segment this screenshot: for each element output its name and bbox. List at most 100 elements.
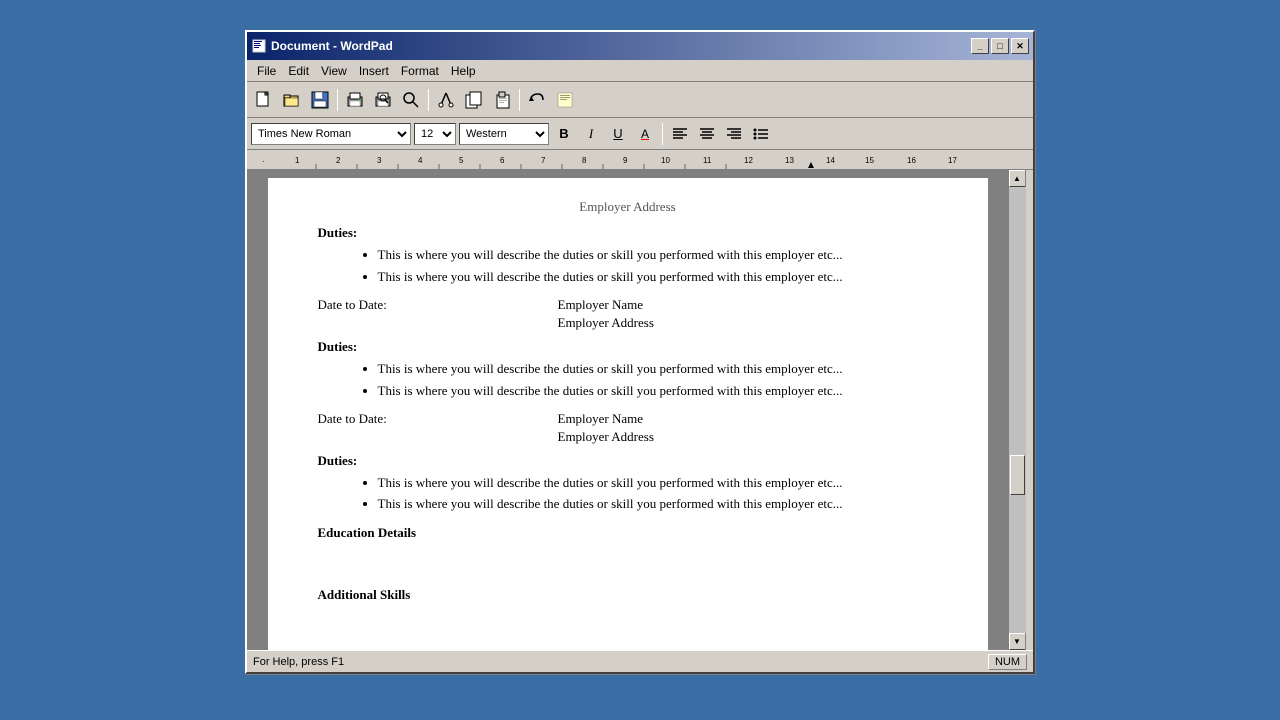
partial-employer-address: Employer Address bbox=[318, 198, 938, 216]
undo-button[interactable] bbox=[524, 87, 550, 113]
svg-text:4: 4 bbox=[418, 156, 423, 165]
bullet-list-1: This is where you will describe the duti… bbox=[318, 246, 938, 285]
paste-button[interactable] bbox=[489, 87, 515, 113]
save-button[interactable] bbox=[307, 87, 333, 113]
bullets-button[interactable] bbox=[749, 123, 773, 145]
status-right: NUM bbox=[988, 654, 1027, 670]
align-right-button[interactable] bbox=[722, 123, 746, 145]
date-field-3: Date to Date: bbox=[318, 410, 558, 446]
svg-text:3: 3 bbox=[377, 156, 382, 165]
svg-text:12: 12 bbox=[744, 156, 753, 165]
employer-info-3: Employer Name Employer Address bbox=[558, 410, 938, 446]
doc-scroll-area[interactable]: Employer Address Duties: This is where y… bbox=[247, 170, 1008, 650]
minimize-button[interactable]: _ bbox=[971, 38, 989, 54]
svg-text:10: 10 bbox=[661, 156, 670, 165]
references-section: References bbox=[318, 648, 938, 650]
side-resize-handle[interactable] bbox=[1025, 170, 1033, 650]
new-button[interactable] bbox=[251, 87, 277, 113]
education-section: Education Details bbox=[318, 524, 938, 576]
underline-button[interactable]: U bbox=[606, 123, 630, 145]
menu-file[interactable]: File bbox=[251, 62, 282, 80]
svg-text:1: 1 bbox=[295, 156, 300, 165]
ruler: · 1 2 3 4 5 6 7 8 9 10 11 12 13 14 15 bbox=[247, 150, 1033, 170]
app-icon bbox=[251, 38, 267, 54]
window-title: Document - WordPad bbox=[271, 39, 971, 53]
scroll-up-button[interactable]: ▲ bbox=[1009, 170, 1026, 187]
toolbar-sep-1 bbox=[337, 89, 338, 111]
titlebar: Document - WordPad _ □ ✕ bbox=[247, 32, 1033, 60]
format-sep-1 bbox=[662, 123, 663, 145]
employer-info-2: Employer Name Employer Address bbox=[558, 296, 938, 332]
employer-name-3: Employer Name bbox=[558, 410, 938, 428]
skills-label: Additional Skills bbox=[318, 586, 938, 604]
bullet-item: This is where you will describe the duti… bbox=[378, 360, 938, 378]
field-row-3: Date to Date: Employer Name Employer Add… bbox=[318, 410, 938, 446]
svg-text:5: 5 bbox=[459, 156, 464, 165]
redo-button[interactable] bbox=[552, 87, 578, 113]
scroll-down-button[interactable]: ▼ bbox=[1009, 633, 1026, 650]
open-button[interactable] bbox=[279, 87, 305, 113]
employer-address-3: Employer Address bbox=[558, 428, 938, 446]
toolbar-sep-3 bbox=[519, 89, 520, 111]
size-select[interactable]: 12 bbox=[414, 123, 456, 145]
doc-page: Employer Address Duties: This is where y… bbox=[268, 178, 988, 650]
maximize-button[interactable]: □ bbox=[991, 38, 1009, 54]
employer-address-2: Employer Address bbox=[558, 314, 938, 332]
bullet-list-3: This is where you will describe the duti… bbox=[318, 474, 938, 513]
copy-button[interactable] bbox=[461, 87, 487, 113]
num-indicator: NUM bbox=[988, 654, 1027, 670]
menu-help[interactable]: Help bbox=[445, 62, 482, 80]
menu-view[interactable]: View bbox=[315, 62, 353, 80]
svg-text:14: 14 bbox=[826, 156, 835, 165]
duties-label-3: Duties: bbox=[318, 452, 938, 470]
svg-text:·: · bbox=[262, 157, 265, 166]
window: Document - WordPad _ □ ✕ File Edit View … bbox=[245, 30, 1035, 674]
status-help-text: For Help, press F1 bbox=[253, 656, 988, 668]
menu-insert[interactable]: Insert bbox=[353, 62, 395, 80]
find-button[interactable] bbox=[398, 87, 424, 113]
menu-edit[interactable]: Edit bbox=[282, 62, 315, 80]
menu-format[interactable]: Format bbox=[395, 62, 445, 80]
print-button[interactable] bbox=[342, 87, 368, 113]
print-preview-button[interactable] bbox=[370, 87, 396, 113]
education-label: Education Details bbox=[318, 524, 938, 542]
svg-text:9: 9 bbox=[623, 156, 628, 165]
align-left-button[interactable] bbox=[668, 123, 692, 145]
scroll-track bbox=[1009, 187, 1026, 633]
date-field-2: Date to Date: bbox=[318, 296, 558, 332]
script-select[interactable]: Western bbox=[459, 123, 549, 145]
bullet-item: This is where you will describe the duti… bbox=[378, 495, 938, 513]
doc-section-2: Date to Date: Employer Name Employer Add… bbox=[318, 296, 938, 400]
color-button[interactable]: A bbox=[633, 123, 657, 145]
skills-section: Additional Skills bbox=[318, 586, 938, 638]
main-toolbar bbox=[247, 82, 1033, 118]
titlebar-buttons: _ □ ✕ bbox=[971, 38, 1029, 54]
duties-label-2: Duties: bbox=[318, 338, 938, 356]
bullet-item: This is where you will describe the duti… bbox=[378, 382, 938, 400]
svg-text:7: 7 bbox=[541, 156, 546, 165]
svg-text:13: 13 bbox=[785, 156, 794, 165]
format-toolbar: Times New Roman 12 Western B I U A bbox=[247, 118, 1033, 150]
svg-text:17: 17 bbox=[948, 156, 957, 165]
references-label: References bbox=[318, 648, 938, 650]
employer-name-2: Employer Name bbox=[558, 296, 938, 314]
bullet-item: This is where you will describe the duti… bbox=[378, 246, 938, 264]
align-center-button[interactable] bbox=[695, 123, 719, 145]
svg-text:6: 6 bbox=[500, 156, 505, 165]
svg-text:8: 8 bbox=[582, 156, 587, 165]
svg-text:11: 11 bbox=[703, 156, 712, 165]
toolbar-sep-2 bbox=[428, 89, 429, 111]
svg-text:2: 2 bbox=[336, 156, 341, 165]
cut-button[interactable] bbox=[433, 87, 459, 113]
close-button[interactable]: ✕ bbox=[1011, 38, 1029, 54]
font-select[interactable]: Times New Roman bbox=[251, 123, 411, 145]
doc-section-1: Duties: This is where you will describe … bbox=[318, 224, 938, 286]
ruler-content: · 1 2 3 4 5 6 7 8 9 10 11 12 13 14 15 bbox=[249, 150, 1031, 170]
menubar: File Edit View Insert Format Help bbox=[247, 60, 1033, 82]
italic-button[interactable]: I bbox=[579, 123, 603, 145]
bold-button[interactable]: B bbox=[552, 123, 576, 145]
scroll-thumb[interactable] bbox=[1010, 455, 1025, 495]
vertical-scrollbar: ▲ ▼ bbox=[1008, 170, 1025, 650]
svg-text:16: 16 bbox=[907, 156, 916, 165]
statusbar: For Help, press F1 NUM bbox=[247, 650, 1033, 672]
